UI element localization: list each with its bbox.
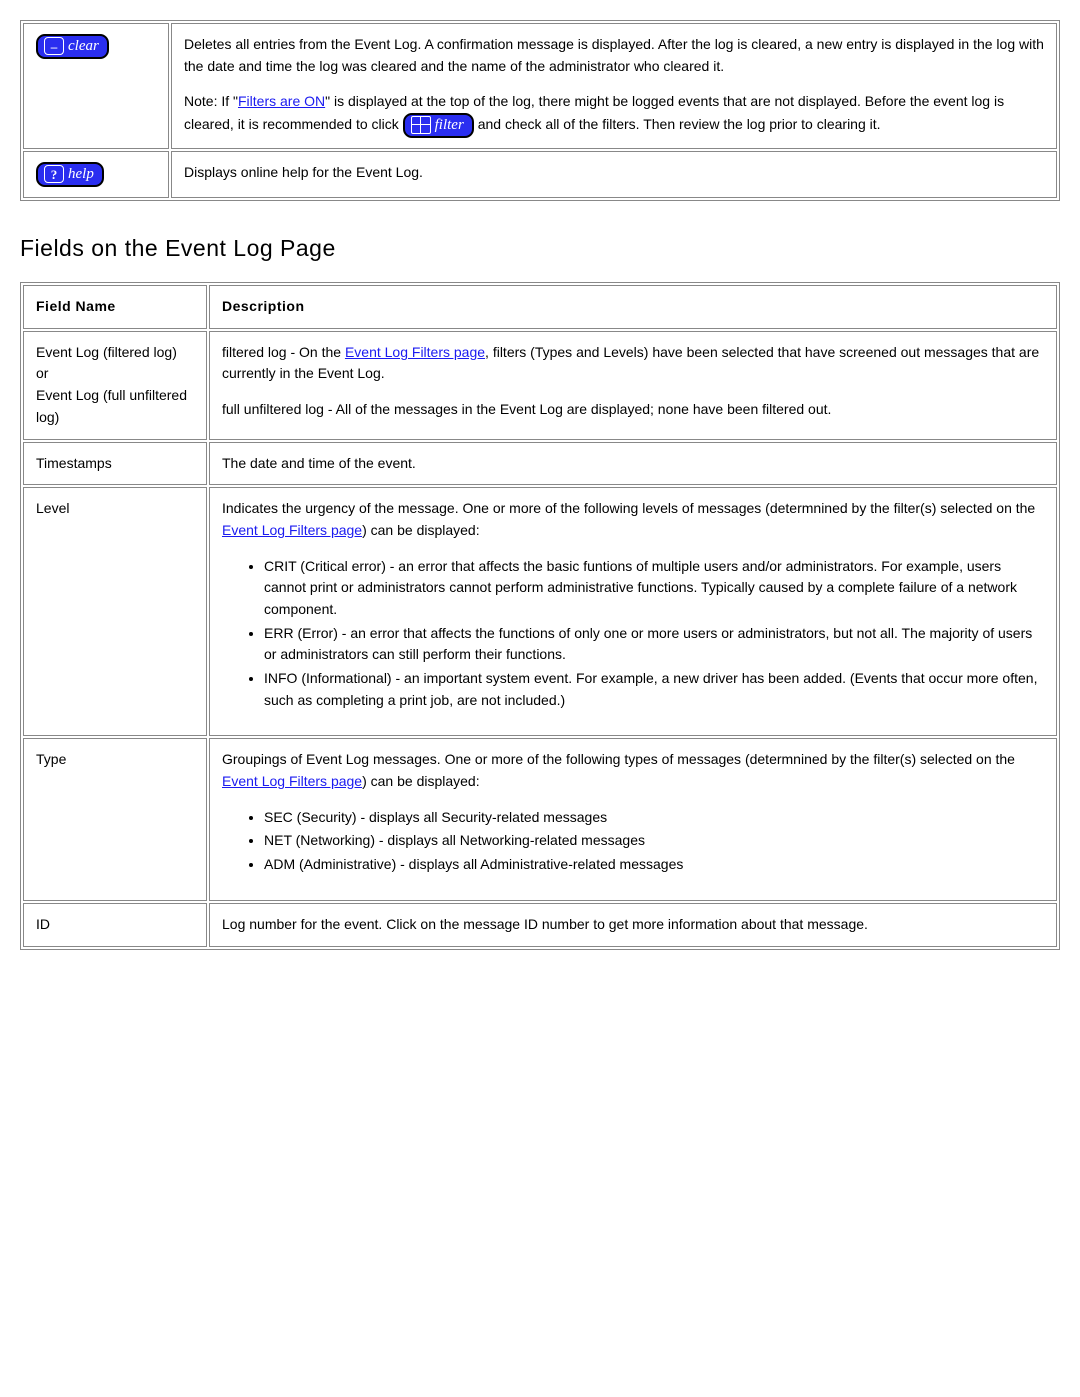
bullet-list: SEC (Security) - displays all Security-r… [246,807,1044,876]
button-label: filter [435,116,464,134]
table-row: Timestamps The date and time of the even… [23,442,1057,486]
field-name: ID [23,903,207,947]
clear-button[interactable]: – clear [36,34,109,59]
field-name: Level [23,487,207,736]
field-description: filtered log - On the Event Log Filters … [209,331,1057,440]
grid-icon [411,116,431,134]
text: Note: If " [184,93,238,109]
list-item: SEC (Security) - displays all Security-r… [264,807,1044,829]
filter-button[interactable]: filter [403,113,474,138]
button-label: clear [68,37,99,55]
text: Groupings of Event Log messages. One or … [222,751,1015,767]
field-description: The date and time of the event. [209,442,1057,486]
list-item: NET (Networking) - displays all Networki… [264,830,1044,852]
fields-table: Field Name Description Event Log (filter… [20,282,1060,949]
button-label: help [68,165,94,183]
field-description: Log number for the event. Click on the m… [209,903,1057,947]
table-row: Type Groupings of Event Log messages. On… [23,738,1057,900]
section-heading: Fields on the Event Log Page [20,235,1060,262]
list-item: INFO (Informational) - an important syst… [264,668,1044,711]
table-row: Event Log (filtered log)orEvent Log (ful… [23,331,1057,440]
table-row: Level Indicates the urgency of the messa… [23,487,1057,736]
table-row: ? help Displays online help for the Even… [23,151,1057,198]
list-item: ADM (Administrative) - displays all Admi… [264,854,1044,876]
table-row: – clear Deletes all entries from the Eve… [23,23,1057,149]
field-description: Indicates the urgency of the message. On… [209,487,1057,736]
field-name: Event Log (filtered log)orEvent Log (ful… [23,331,207,440]
help-button[interactable]: ? help [36,162,104,187]
field-name: Timestamps [23,442,207,486]
field-name: Type [23,738,207,900]
text: full unfiltered log - All of the message… [222,399,1044,421]
help-description: Displays online help for the Event Log. [171,151,1057,198]
text: and check all of the filters. Then revie… [478,116,881,132]
col-header-field-name: Field Name [23,285,207,329]
paragraph: Note: If "Filters are ON" is displayed a… [184,91,1044,138]
buttons-table: – clear Deletes all entries from the Eve… [20,20,1060,201]
text: ) can be displayed: [362,522,480,538]
minus-icon: – [44,37,64,55]
list-item: ERR (Error) - an error that affects the … [264,623,1044,666]
table-header-row: Field Name Description [23,285,1057,329]
list-item: CRIT (Critical error) - an error that af… [264,556,1044,621]
event-log-filters-link[interactable]: Event Log Filters page [222,773,362,789]
text: Indicates the urgency of the message. On… [222,500,1035,516]
text: filtered log - On the [222,344,345,360]
event-log-filters-link[interactable]: Event Log Filters page [222,522,362,538]
field-description: Groupings of Event Log messages. One or … [209,738,1057,900]
table-row: ID Log number for the event. Click on th… [23,903,1057,947]
text: ) can be displayed: [362,773,480,789]
clear-description: Deletes all entries from the Event Log. … [171,23,1057,149]
bullet-list: CRIT (Critical error) - an error that af… [246,556,1044,712]
question-icon: ? [44,165,64,183]
col-header-description: Description [209,285,1057,329]
paragraph: Deletes all entries from the Event Log. … [184,34,1044,77]
filters-are-on-link[interactable]: Filters are ON [238,93,325,109]
event-log-filters-link[interactable]: Event Log Filters page [345,344,485,360]
